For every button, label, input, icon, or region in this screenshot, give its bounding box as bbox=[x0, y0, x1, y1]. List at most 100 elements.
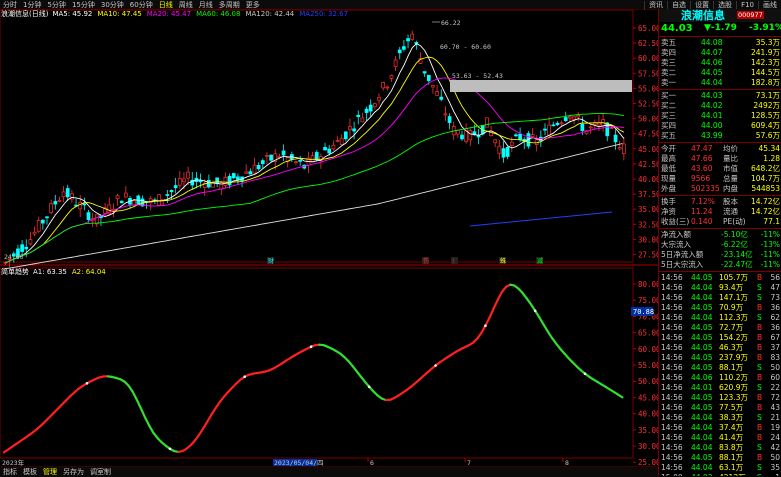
candle-body bbox=[448, 117, 451, 123]
candle-body bbox=[502, 149, 505, 158]
fund-flow-row: 净流入额-5.10亿-11% bbox=[659, 230, 781, 240]
candle-body bbox=[253, 165, 256, 173]
candle-body bbox=[54, 201, 57, 204]
tick-side: B bbox=[757, 353, 762, 363]
order-book-volume: 241.9万 bbox=[751, 48, 780, 58]
candle-body bbox=[120, 201, 123, 203]
candle-body bbox=[514, 135, 517, 136]
order-book-volume: 144.5万 bbox=[751, 68, 780, 78]
stat-row: 换手7.12%股本14.72亿 bbox=[659, 197, 781, 207]
candle-body bbox=[50, 204, 53, 213]
candle-body bbox=[622, 144, 625, 154]
tick-count: 21 bbox=[770, 413, 780, 423]
candle-body bbox=[228, 176, 231, 185]
order-book-label: 卖三 bbox=[661, 58, 676, 68]
candle-body bbox=[436, 92, 439, 96]
trend-dot bbox=[584, 372, 587, 375]
fund-flow-value: -22.47亿 bbox=[721, 260, 753, 270]
tick-row: 14:5644.05105.7万B56 bbox=[659, 273, 781, 283]
indicator-legend-item: A2: 64.04 bbox=[72, 268, 106, 276]
candle-body bbox=[365, 109, 368, 112]
tick-time: 14:56 bbox=[661, 393, 683, 403]
tick-time: 14:56 bbox=[661, 273, 683, 283]
tick-count: 50 bbox=[770, 363, 780, 373]
indicator-axis-label: 50.00 bbox=[638, 377, 658, 386]
tick-volume: 88.1万 bbox=[719, 363, 743, 373]
fund-flow-pct: -13% bbox=[761, 240, 780, 250]
price-axis-label: 50.00 bbox=[638, 115, 658, 124]
high-annotation: 66.22 bbox=[441, 19, 461, 27]
main-panel-frame bbox=[0, 10, 633, 262]
trend-indicator-line bbox=[4, 285, 622, 453]
tick-row: 14:5644.0441.4万B24 bbox=[659, 433, 781, 443]
event-marker[interactable]: 蛛 bbox=[500, 257, 506, 265]
price-change: ▼-1.79 bbox=[704, 22, 737, 35]
kline-chart-canvas[interactable]: 65.0062.5060.0057.5055.0052.5050.0047.50… bbox=[0, 0, 658, 466]
indicator-axis-label: 55.00 bbox=[638, 361, 658, 370]
stat-row: 最高47.66量比1.28 bbox=[659, 154, 781, 164]
candle-body bbox=[423, 72, 426, 74]
event-marker[interactable]: 财 bbox=[268, 257, 274, 265]
tick-row: 14:5644.0570.9万B36 bbox=[659, 303, 781, 313]
candle-body bbox=[311, 156, 314, 161]
ma250-line bbox=[470, 212, 612, 226]
stat-label: 量比 bbox=[723, 154, 738, 164]
trend-segment bbox=[137, 400, 141, 409]
fund-flow-block: 净流入额-5.10亿-11%大宗流入-6.22亿-13%5日净流入额-23.14… bbox=[659, 230, 781, 270]
tick-volume: 93.4万 bbox=[719, 283, 743, 293]
order-book-price: 44.08 bbox=[701, 38, 722, 48]
stat-value: 1.28 bbox=[763, 154, 780, 164]
tick-time: 14:56 bbox=[661, 443, 683, 453]
trend-segment bbox=[199, 428, 203, 435]
candle-body bbox=[348, 127, 351, 130]
candle-body bbox=[577, 115, 580, 117]
ma-legend-item: MA20: 45.47 bbox=[147, 10, 191, 18]
tick-volume: 620.9万 bbox=[719, 383, 748, 393]
order-book-price: 44.04 bbox=[701, 78, 722, 88]
tick-price: 44.04 bbox=[691, 443, 712, 453]
fund-flow-row: 大宗流入-6.22亿-13% bbox=[659, 240, 781, 250]
tick-volume: 46.3万 bbox=[719, 343, 743, 353]
tick-time: 14:56 bbox=[661, 313, 683, 323]
tick-volume: 72.7万 bbox=[719, 323, 743, 333]
price-axis-label: 37.50 bbox=[638, 190, 658, 199]
tick-side: S bbox=[757, 463, 762, 473]
ma120-line bbox=[4, 144, 622, 270]
tick-count: 36 bbox=[770, 323, 780, 333]
event-marker[interactable]: 减 bbox=[537, 257, 543, 265]
tick-side: S bbox=[757, 443, 762, 453]
trend-segment bbox=[548, 331, 552, 337]
candle-body bbox=[568, 117, 571, 118]
trend-segment bbox=[203, 422, 207, 429]
event-marker[interactable]: ! bbox=[452, 258, 454, 265]
trend-segment bbox=[129, 386, 133, 392]
event-marker[interactable]: 伤 bbox=[423, 257, 429, 265]
tick-row: 14:5644.0546.3万B37 bbox=[659, 343, 781, 353]
stat-value: 43.60 bbox=[691, 164, 712, 174]
fund-flow-pct: -11% bbox=[761, 230, 780, 240]
candle-body bbox=[386, 87, 389, 88]
candle-body bbox=[552, 125, 555, 126]
candle-body bbox=[245, 172, 248, 173]
order-book-label: 买五 bbox=[661, 131, 676, 141]
price-axis-label: 40.00 bbox=[638, 175, 658, 184]
stat-value: 47.66 bbox=[691, 154, 712, 164]
stat-label: 股本 bbox=[723, 197, 738, 207]
candle-body bbox=[83, 204, 86, 205]
stat-label: 内盘 bbox=[723, 184, 738, 194]
tick-time: 14:56 bbox=[661, 353, 683, 363]
tick-volume: 88.1万 bbox=[719, 453, 743, 463]
stat-label: 市值 bbox=[723, 164, 738, 174]
stats2-block: 换手7.12%股本14.72亿净资11.24流通14.72亿收益(三)0.140… bbox=[659, 197, 781, 227]
tick-price: 44.04 bbox=[691, 433, 712, 443]
stat-row: 今开47.47均价45.34 bbox=[659, 144, 781, 154]
tick-price: 44.06 bbox=[691, 373, 712, 383]
candle-body bbox=[336, 140, 339, 141]
candle-body bbox=[79, 202, 82, 209]
candle-body bbox=[87, 213, 90, 220]
candle-body bbox=[357, 115, 360, 116]
tick-volume: 38.3万 bbox=[719, 413, 743, 423]
tick-row: 14:5644.04112.3万S62 bbox=[659, 313, 781, 323]
candle-body bbox=[25, 247, 28, 249]
tick-volume: 147.1万 bbox=[719, 293, 748, 303]
